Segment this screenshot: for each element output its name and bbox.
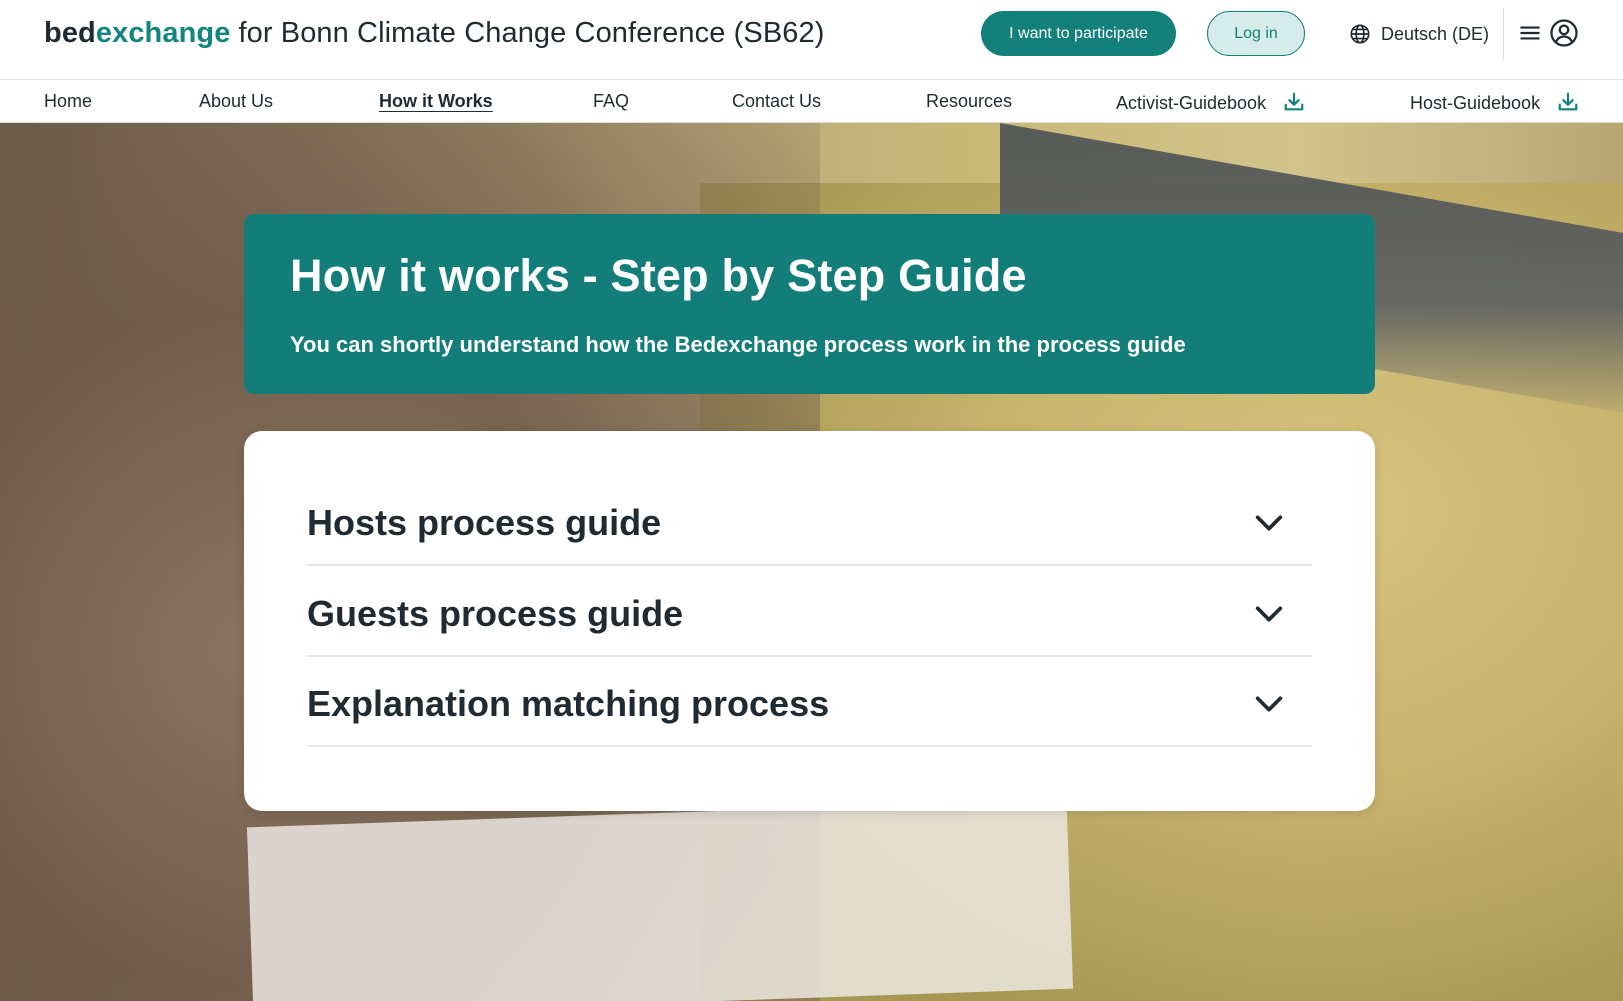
user-circle-icon[interactable] (1549, 18, 1579, 48)
hero-protest-banner (246, 798, 1074, 1001)
participate-button[interactable]: I want to participate (981, 11, 1176, 56)
download-icon (1284, 92, 1304, 111)
brand-bed: bed (44, 17, 96, 49)
accordion-item-hosts[interactable]: Hosts process guide (307, 476, 1312, 566)
download-icon (1558, 92, 1578, 111)
page-title-panel: How it works - Step by Step Guide You ca… (244, 214, 1375, 394)
nav-host-guidebook-label: Host-Guidebook (1410, 93, 1541, 113)
nav-about-us[interactable]: About Us (199, 91, 273, 112)
language-label: Deutsch (DE) (1381, 23, 1490, 44)
nav-activist-guidebook[interactable]: Activist-Guidebook (1116, 91, 1305, 114)
main-nav: Home About Us How it Works FAQ Contact U… (0, 81, 1623, 123)
brand-subtitle: for Bonn Climate Change Conference (SB62… (238, 17, 825, 49)
accordion-label: Explanation matching process (307, 683, 830, 724)
page-subtitle: You can shortly understand how the Bedex… (290, 332, 1186, 357)
nav-contact-us[interactable]: Contact Us (732, 91, 821, 112)
accordion-item-guests[interactable]: Guests process guide (307, 567, 1312, 657)
site-brand[interactable]: bedexchange for Bonn Climate Change Confe… (44, 17, 824, 50)
nav-host-guidebook[interactable]: Host-Guidebook (1410, 91, 1579, 114)
nav-resources[interactable]: Resources (926, 91, 1012, 112)
brand-exchange: exchange (95, 17, 231, 49)
process-guide-accordion: Hosts process guide Guests process guide… (244, 431, 1375, 811)
hamburger-menu-icon[interactable] (1517, 20, 1543, 46)
chevron-down-icon[interactable] (1252, 687, 1286, 721)
globe-icon (1350, 24, 1370, 44)
accordion-label: Hosts process guide (307, 502, 662, 543)
header-divider (1503, 8, 1504, 60)
login-button[interactable]: Log in (1207, 11, 1305, 56)
page-title: How it works - Step by Step Guide (290, 250, 1027, 301)
accordion-label: Guests process guide (307, 593, 684, 634)
accordion-item-matching[interactable]: Explanation matching process (307, 657, 1312, 747)
nav-faq[interactable]: FAQ (593, 91, 629, 112)
nav-activist-guidebook-label: Activist-Guidebook (1116, 93, 1267, 113)
nav-home[interactable]: Home (44, 91, 92, 112)
chevron-down-icon[interactable] (1252, 597, 1286, 631)
chevron-down-icon[interactable] (1252, 506, 1286, 540)
top-header: bedexchange for Bonn Climate Change Confe… (0, 0, 1623, 80)
language-selector[interactable]: Deutsch (DE) (1349, 17, 1489, 51)
nav-how-it-works[interactable]: How it Works (379, 91, 493, 112)
